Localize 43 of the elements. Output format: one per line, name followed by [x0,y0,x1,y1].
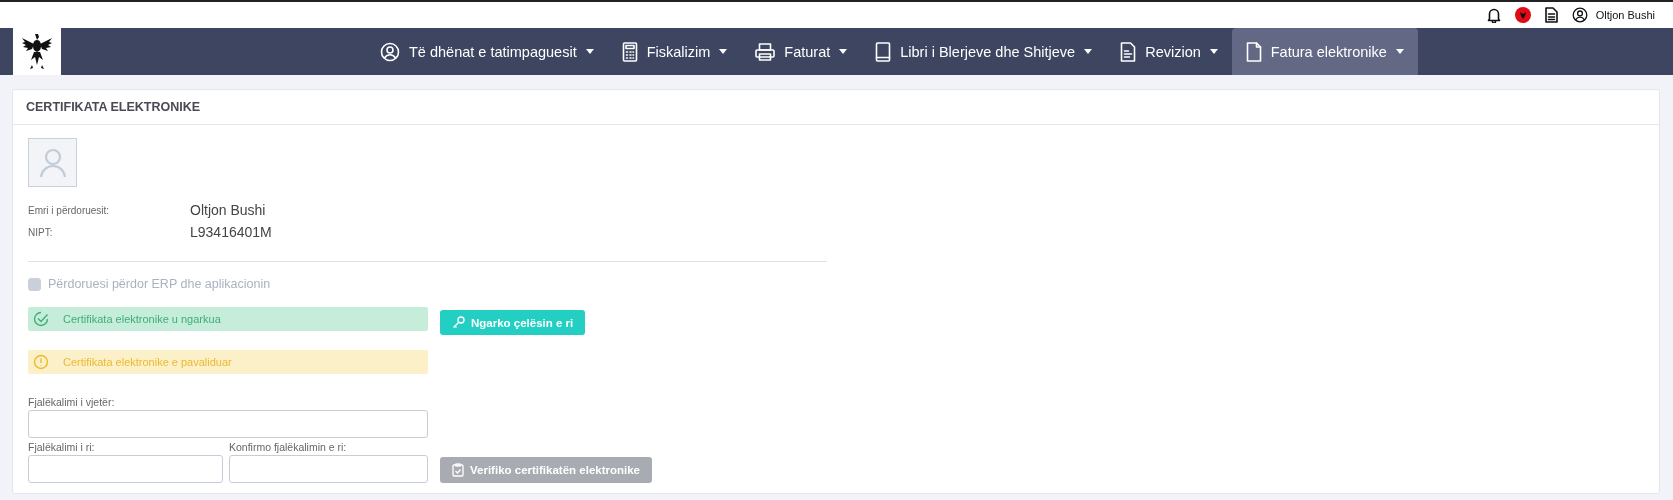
book-icon [875,41,892,62]
field-label: Emri i përdoruesit: [28,204,111,216]
field-value: Oltjon Bushi [190,202,267,218]
clipboard-check-icon [452,463,464,477]
caret-icon [1209,49,1218,54]
document-icon [1120,41,1137,62]
nav-menu-item[interactable]: Revizion [1106,28,1232,75]
check-circle-icon [33,311,49,327]
page-icon [1245,41,1262,62]
caret-icon [1395,49,1404,54]
nav-menu-item[interactable]: Të dhënat e tatimpaguesit [366,28,608,75]
calculator-icon [621,41,638,62]
user-circle-icon[interactable] [1571,7,1588,23]
field-label: Fjalëkalimi i ri: [28,441,96,453]
nav-menu-item[interactable]: Libri i Blerjeve dhe Shitjeve [861,28,1107,75]
password-field[interactable] [28,455,223,483]
bell-icon[interactable] [1486,7,1501,23]
password-field[interactable] [28,410,428,438]
avatar-placeholder [28,138,77,187]
password-field[interactable] [229,455,428,483]
field-label: Konfirmo fjalëkalimin e ri: [229,441,348,453]
field-label: NIPT: [28,226,54,238]
caret-icon [1084,49,1093,54]
checkbox-label: Përdoruesi përdor ERP dhe aplikacionin [48,277,271,291]
field-label: Fjalëkalimi i vjetër: [28,396,116,408]
alert-text: Certifikata elektronike u ngarkua [63,313,221,325]
document-icon[interactable] [1544,7,1558,23]
user-name[interactable]: Oltjon Bushi [1595,9,1655,21]
caret-icon [839,49,848,54]
exclamation-circle-icon [33,354,49,370]
caret-icon [585,49,594,54]
field-value: L93416401M [190,224,272,240]
caret-icon [719,49,728,54]
nav-menu-item[interactable]: Fiskalizim [607,28,742,75]
nav-menu-item[interactable]: Fatura elektronike [1231,28,1418,75]
nav-menu-item[interactable]: Faturat [741,28,862,75]
key-icon [452,316,465,329]
eagle-logo [20,31,54,72]
user-circle-icon [380,41,400,62]
card-title: CERTIFIKATA ELEKTRONIKE [26,100,201,114]
flag-icon[interactable] [1514,7,1531,23]
printer-icon [755,42,776,61]
alert-text: Certifikata elektronike e pavaliduar [63,356,232,368]
